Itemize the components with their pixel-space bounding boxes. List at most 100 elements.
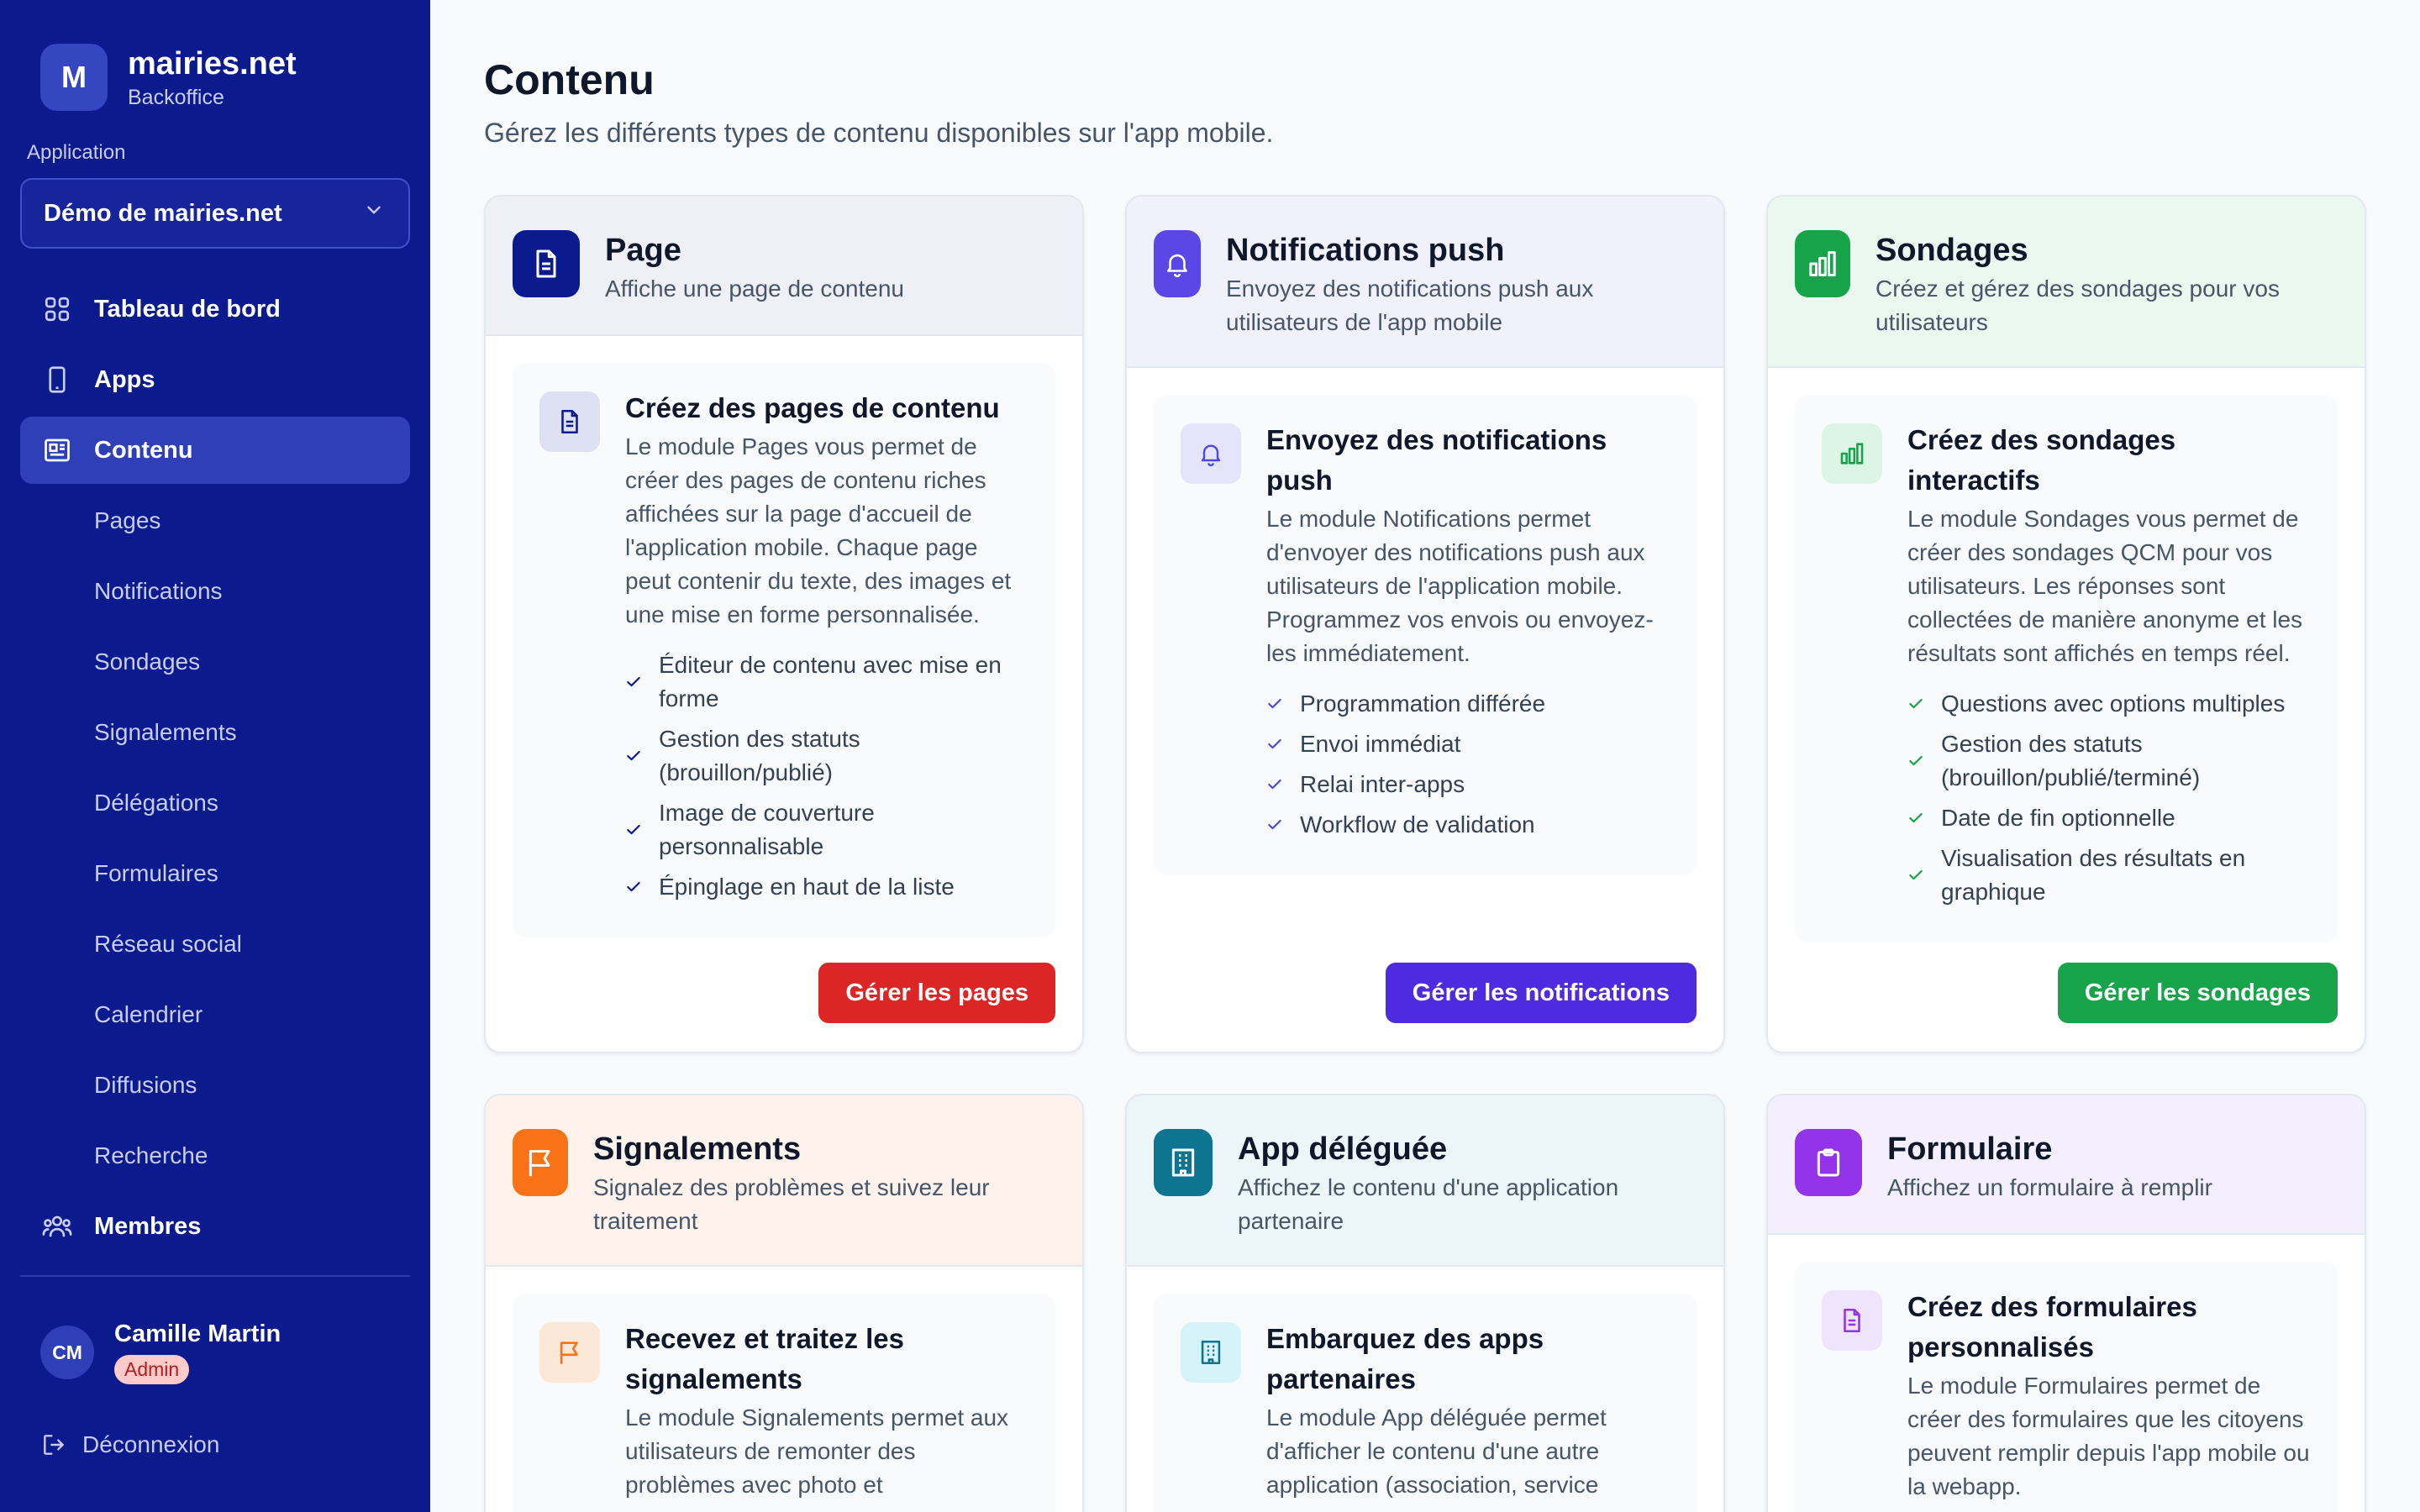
check-icon (1907, 753, 1924, 769)
feature-list-item: Programmation différée (1266, 687, 1670, 721)
manage-sondages-button[interactable]: Gérer les sondages (2057, 963, 2338, 1023)
app-select[interactable]: Démo de mairies.net (20, 178, 410, 249)
check-icon (1266, 776, 1283, 793)
avatar: CM (40, 1326, 94, 1379)
sidebar-item-apps[interactable]: Apps (20, 346, 410, 413)
check-icon (1266, 696, 1283, 712)
feature-title: Créez des pages de contenu (625, 392, 1000, 423)
check-icon (625, 822, 642, 838)
sidebar-subitem-diffusions[interactable]: Diffusions (20, 1052, 410, 1119)
card-description: Affiche une page de contenu (605, 276, 905, 302)
sidebar-item-label: Contenu (94, 436, 193, 464)
feature-text: Le module Formulaires permet de créer de… (1907, 1373, 2310, 1499)
sidebar-subitem-recherche[interactable]: Recherche (20, 1122, 410, 1189)
card-title: Sondages (1876, 233, 2028, 268)
card-description: Envoyez des notifications push aux utili… (1226, 276, 1594, 335)
card-description: Affichez le contenu d'une application pa… (1238, 1174, 1619, 1234)
feature-text: Le module App déléguée permet d'afficher… (1266, 1404, 1607, 1498)
sidebar-subitem-calendrier[interactable]: Calendrier (20, 981, 410, 1048)
sidebar-item-label: Tableau de bord (94, 295, 281, 323)
check-icon (1907, 696, 1924, 712)
check-icon (625, 748, 642, 764)
logout-label: Déconnexion (82, 1431, 220, 1457)
feature-list: Questions avec options multiples Gestion… (1907, 687, 2311, 909)
chevron-down-icon (363, 199, 385, 228)
feature-list-item: Gestion des statuts (brouillon/publié) (625, 722, 1028, 790)
clipboard-icon (1795, 1129, 1862, 1196)
sidebar-subitem-pages[interactable]: Pages (20, 487, 410, 554)
grid-icon (40, 292, 74, 326)
feature-list-item: Éditeur de contenu avec mise en forme (625, 648, 1028, 716)
feature-list-item: Workflow de validation (1266, 808, 1670, 842)
feature-text: Le module Signalements permet aux utilis… (625, 1404, 1009, 1498)
feature-list-item: Épinglage en haut de la liste (625, 870, 1028, 904)
role-badge: Admin (114, 1355, 190, 1384)
feature-list-item: Envoi immédiat (1266, 727, 1670, 761)
app-select-label: Application (27, 141, 126, 164)
card-page: Page Affiche une page de contenu Créez d… (484, 195, 1084, 1053)
bell-icon (1181, 423, 1241, 484)
feature-list-item: Gestion des statuts (brouillon/publié/te… (1907, 727, 2311, 795)
feature-box: Créez des sondages interactifs Le module… (1795, 395, 2338, 942)
card-description: Affichez un formulaire à remplir (1887, 1174, 2212, 1200)
sidebar-subitem-reseau-social[interactable]: Réseau social (20, 911, 410, 978)
main-content: Contenu Gérez les différents types de co… (430, 0, 2420, 1512)
card-title: Notifications push (1226, 233, 1505, 268)
feature-text: Le module Notifications permet d'envoyer… (1266, 506, 1654, 666)
sidebar-item-contenu[interactable]: Contenu (20, 417, 410, 484)
sidebar-subitem-delegations[interactable]: Délégations (20, 769, 410, 837)
card-header: App déléguée Affichez le contenu d'une a… (1127, 1095, 1723, 1267)
document-icon (513, 230, 580, 297)
sidebar-item-label: Apps (94, 365, 155, 393)
phone-icon (40, 363, 74, 396)
document-icon (1822, 1290, 1882, 1351)
sidebar-subitem-notifications[interactable]: Notifications (20, 558, 410, 625)
bar-chart-icon (1822, 423, 1882, 484)
feature-list-item: Image de couverture personnalisable (625, 796, 1028, 864)
brand-subtitle: Backoffice (128, 85, 224, 109)
card-header: Notifications push Envoyez des notificat… (1127, 197, 1723, 368)
check-icon (1266, 736, 1283, 753)
card-header: Formulaire Affichez un formulaire à remp… (1768, 1095, 2365, 1235)
bar-chart-icon (1795, 230, 1850, 297)
sidebar-divider (20, 1275, 410, 1277)
feature-box: Créez des formulaires personnalisés Le m… (1795, 1262, 2338, 1512)
app-select-value: Démo de mairies.net (44, 199, 282, 227)
sidebar-subitem-formulaires[interactable]: Formulaires (20, 840, 410, 907)
feature-box: Embarquez des apps partenaires Le module… (1154, 1294, 1697, 1512)
sidebar-nav: Tableau de bord Apps Contenu Pages Notif… (20, 276, 410, 1263)
bell-icon (1154, 230, 1201, 297)
brand-name: mairies.net (128, 45, 297, 81)
sidebar-subitem-signalements[interactable]: Signalements (20, 699, 410, 766)
sidebar: M mairies.net Backoffice Application Dém… (0, 0, 430, 1512)
feature-text: Le module Pages vous permet de créer des… (625, 433, 1012, 627)
newspaper-icon (40, 433, 74, 467)
feature-title: Embarquez des apps partenaires (1266, 1323, 1544, 1394)
logout-link[interactable]: Déconnexion (40, 1431, 219, 1458)
card-title: Page (605, 233, 681, 268)
manage-notifications-button[interactable]: Gérer les notifications (1385, 963, 1697, 1023)
card-header: Sondages Créez et gérez des sondages pou… (1768, 197, 2365, 368)
users-icon (40, 1210, 74, 1243)
feature-list-item: Relai inter-apps (1266, 768, 1670, 801)
flag-icon (513, 1129, 568, 1196)
sidebar-subitem-sondages[interactable]: Sondages (20, 628, 410, 696)
feature-title: Créez des formulaires personnalisés (1907, 1291, 2197, 1362)
document-icon (539, 391, 600, 452)
card-signalements: Signalements Signalez des problèmes et s… (484, 1094, 1084, 1512)
building-icon (1181, 1322, 1241, 1383)
feature-title: Envoyez des notifications push (1266, 424, 1607, 496)
manage-pages-button[interactable]: Gérer les pages (818, 963, 1055, 1023)
card-title: Signalements (593, 1131, 802, 1167)
feature-list: Éditeur de contenu avec mise en forme Ge… (625, 648, 1028, 904)
feature-title: Recevez et traitez les signalements (625, 1323, 905, 1394)
check-icon (625, 879, 642, 895)
brand[interactable]: M mairies.net Backoffice (40, 44, 297, 111)
user-profile[interactable]: CM Camille Martin Admin (40, 1320, 281, 1384)
building-icon (1154, 1129, 1213, 1196)
card-header: Signalements Signalez des problèmes et s… (486, 1095, 1082, 1267)
sidebar-item-membres[interactable]: Membres (20, 1193, 410, 1260)
card-description: Créez et gérez des sondages pour vos uti… (1876, 276, 2280, 335)
sidebar-item-dashboard[interactable]: Tableau de bord (20, 276, 410, 343)
card-sondages: Sondages Créez et gérez des sondages pou… (1766, 195, 2366, 1053)
